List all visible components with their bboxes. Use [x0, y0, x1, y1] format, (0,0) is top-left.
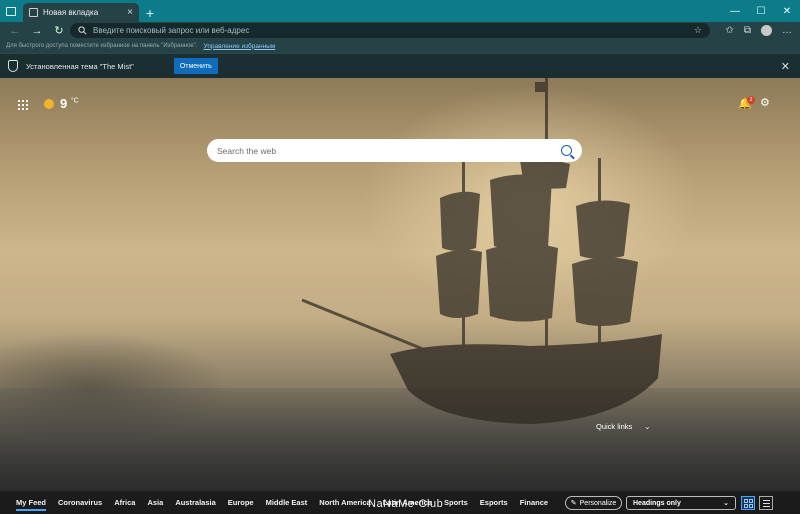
feed-category-tab[interactable]: Europe [222, 491, 260, 514]
maximize-button[interactable]: ☐ [748, 0, 774, 22]
apps-dot [18, 108, 20, 110]
profile-avatar[interactable] [761, 25, 772, 36]
weather-widget[interactable]: 9 °C [44, 96, 79, 111]
temperature-unit: °C [70, 97, 79, 105]
theme-shield-icon [8, 60, 18, 72]
manage-favorites-link[interactable]: Управление избранным [204, 43, 276, 50]
chevron-down-icon: ⌄ [723, 500, 729, 507]
apps-dot [26, 108, 28, 110]
infobar-close-icon[interactable]: ✕ [781, 60, 790, 73]
tab-actions-button[interactable] [0, 0, 22, 22]
address-bar[interactable]: Введите поисковый запрос или веб-адрес ☆ [70, 23, 710, 38]
navigation-toolbar: ← → ↻ Введите поисковый запрос или веб-а… [0, 22, 800, 39]
personalize-label: Personalize [579, 499, 617, 507]
temperature-value: 9 [60, 96, 68, 111]
collections-icon[interactable]: ⧉ [744, 25, 751, 36]
title-bar: Новая вкладка × + — ☐ ✕ [0, 0, 800, 22]
feed-category-tab[interactable]: Middle East [260, 491, 314, 514]
back-button[interactable]: ← [4, 25, 26, 37]
list-layout-button[interactable] [759, 496, 773, 510]
feed-categories: My Feed Coronavirus Africa Asia Australasia E… [10, 491, 554, 514]
theme-infobar: Установленная тема "The Mist" Отменить ✕ [0, 53, 800, 78]
feed-category-tab[interactable]: Asia [141, 491, 169, 514]
list-line-icon [762, 505, 770, 507]
feed-category-tab[interactable]: Coronavirus [52, 491, 108, 514]
feed-category-tab[interactable]: Africa [108, 491, 141, 514]
feed-category-tab[interactable]: My Feed [10, 491, 52, 514]
apps-launcher-button[interactable] [18, 100, 28, 110]
feed-category-tab[interactable]: Finance [514, 491, 554, 514]
apps-dot [18, 100, 20, 102]
quick-links-label: Quick links [596, 422, 633, 431]
apps-dot [26, 104, 28, 106]
forward-button[interactable]: → [26, 25, 48, 37]
web-search-box[interactable]: Search the web [207, 139, 582, 162]
temperature: 9 °C [60, 96, 79, 111]
page-settings-gear-icon[interactable]: ⚙ [760, 96, 770, 109]
apps-dot [22, 104, 24, 106]
new-tab-page: 9 °C 🔔 2 ⚙ Search the web Quick links ⌄ … [0, 78, 800, 514]
content-visibility-select[interactable]: Headings only ⌄ [626, 496, 736, 510]
new-tab-button[interactable]: + [139, 3, 161, 22]
apps-dot [22, 108, 24, 110]
pencil-icon: ✎ [570, 500, 577, 507]
apps-dot [22, 100, 24, 102]
grid-layout-button[interactable] [741, 496, 755, 510]
favorites-bar: Для быстрого доступа поместите избранное… [0, 39, 800, 53]
tab-title: Новая вкладка [43, 8, 99, 17]
tab-close-icon[interactable]: × [127, 7, 133, 18]
undo-theme-button[interactable]: Отменить [173, 58, 218, 74]
feed-category-tab[interactable]: Esports [474, 491, 514, 514]
refresh-button[interactable]: ↻ [48, 24, 70, 37]
quick-links-toggle[interactable]: Quick links ⌄ [596, 422, 651, 431]
grid-cell-icon [743, 503, 748, 508]
apps-dot [18, 104, 20, 106]
search-submit-icon[interactable] [561, 145, 572, 156]
feed-category-tab[interactable]: Sports [438, 491, 474, 514]
feed-category-tab[interactable]: Australasia [169, 491, 221, 514]
window-controls: — ☐ ✕ [722, 0, 800, 22]
personalize-button[interactable]: ✎ Personalize [565, 496, 622, 510]
grid-cell-icon [748, 503, 753, 508]
list-line-icon [762, 502, 770, 504]
watermark-text: NaNaMe-Club [368, 498, 444, 510]
add-favorite-icon[interactable]: ☆ [694, 25, 702, 36]
apps-dot [26, 100, 28, 102]
list-line-icon [762, 499, 770, 501]
toolbar-right-icons: ✩ ⧉ … [725, 22, 792, 39]
tab-actions-icon [6, 6, 16, 16]
page-favicon-icon [29, 8, 38, 17]
more-menu-icon[interactable]: … [782, 25, 792, 36]
grid-cell-icon [743, 498, 748, 503]
minimize-button[interactable]: — [722, 0, 748, 22]
content-visibility-value: Headings only [633, 499, 681, 507]
search-placeholder: Search the web [217, 145, 277, 156]
tab-new-tab[interactable]: Новая вкладка × [23, 3, 139, 22]
search-icon [78, 26, 87, 35]
address-placeholder: Введите поисковый запрос или веб-адрес [93, 26, 250, 35]
theme-installed-message: Установленная тема "The Mist" [26, 61, 134, 71]
favorites-bar-hint: Для быстрого доступа поместите избранное… [6, 43, 198, 49]
sunny-weather-icon [44, 98, 54, 109]
notification-count-badge: 2 [747, 96, 755, 104]
chevron-down-icon: ⌄ [644, 422, 651, 431]
grid-cell-icon [748, 498, 753, 503]
close-window-button[interactable]: ✕ [774, 0, 800, 22]
favorites-icon[interactable]: ✩ [725, 25, 733, 36]
